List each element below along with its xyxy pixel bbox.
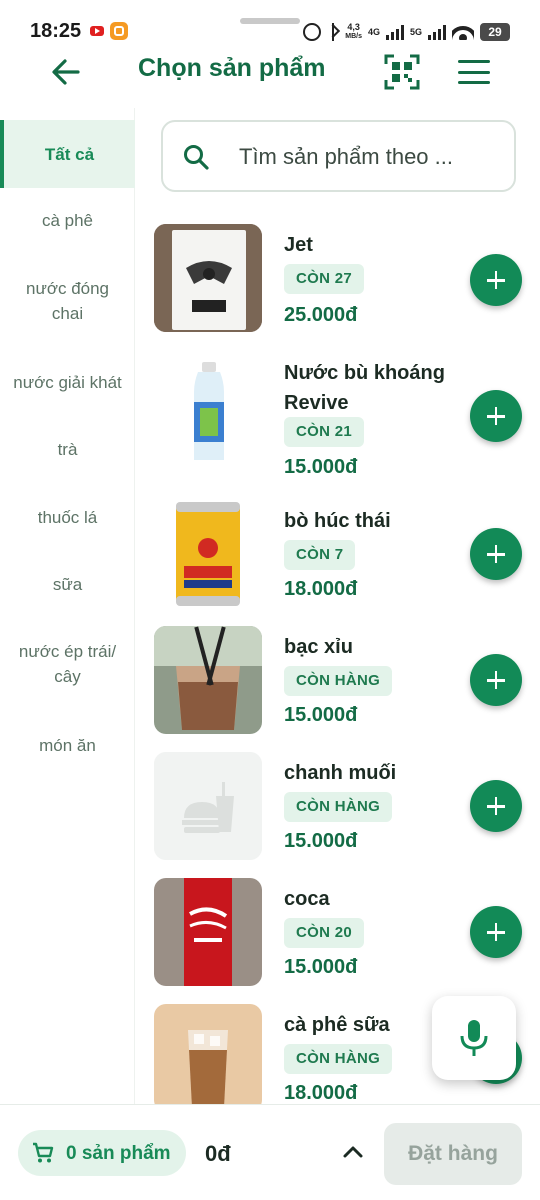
category-fruit-juice[interactable]: nước ép trái/ cây xyxy=(0,639,135,689)
app-notification-icon xyxy=(110,22,128,40)
voice-input-button[interactable] xyxy=(432,996,516,1080)
add-to-cart-button[interactable] xyxy=(470,390,522,442)
product-name: chanh muối xyxy=(284,762,397,784)
category-soft-drinks[interactable]: nước giải khát xyxy=(0,370,135,395)
category-label: trà xyxy=(57,440,78,459)
product-name: Nước bù khoáng Revive xyxy=(284,362,445,414)
product-name: bò húc thái xyxy=(284,510,391,532)
stock-badge: CÒN HÀNG xyxy=(284,792,393,822)
product-name: coca xyxy=(284,888,330,910)
product-price: 25.000đ xyxy=(284,304,358,326)
back-arrow-icon[interactable] xyxy=(50,58,82,86)
qr-scan-icon[interactable] xyxy=(384,54,420,90)
category-label: nước giải khát xyxy=(13,373,122,392)
microphone-icon xyxy=(460,1020,488,1056)
category-bottled-water[interactable]: nước đóng chai xyxy=(0,276,135,326)
product-name: Jet xyxy=(284,234,313,256)
bluetooth-icon xyxy=(327,23,339,41)
product-image xyxy=(154,626,262,734)
stock-badge: CÒN HÀNG xyxy=(284,1044,393,1074)
stock-badge: CÒN 7 xyxy=(284,540,356,570)
cart-count-label: 0 sản phẩm xyxy=(66,1143,171,1164)
stock-badge: CÒN 27 xyxy=(284,264,364,294)
product-item[interactable]: bò húc thái CÒN 7 18.000đ xyxy=(150,500,540,620)
product-item[interactable]: coca CÒN 20 15.000đ xyxy=(150,878,540,998)
category-label: thuốc lá xyxy=(37,508,98,527)
network-speed: 4,3 MB/s xyxy=(345,23,362,41)
product-price: 15.000đ xyxy=(284,830,358,852)
alarm-icon xyxy=(303,23,322,41)
cart-total: 0đ xyxy=(205,1141,231,1166)
category-cigarettes[interactable]: thuốc lá xyxy=(0,505,135,530)
product-price: 18.000đ xyxy=(284,1082,358,1104)
youtube-icon xyxy=(90,26,104,36)
stock-badge: CÒN 21 xyxy=(284,417,364,447)
chevron-up-icon[interactable] xyxy=(340,1141,366,1163)
search-icon xyxy=(184,145,209,170)
wifi-icon xyxy=(452,24,474,40)
category-sidebar: Tất cả cà phê nước đóng chai nước giải k… xyxy=(0,108,135,1104)
place-order-button[interactable]: Đặt hàng xyxy=(384,1123,522,1185)
food-placeholder-icon xyxy=(154,752,262,860)
network-speed-value: 4,3 xyxy=(347,22,360,32)
add-to-cart-button[interactable] xyxy=(470,654,522,706)
category-label: món ăn xyxy=(39,736,96,755)
add-to-cart-button[interactable] xyxy=(470,780,522,832)
category-milk[interactable]: sữa xyxy=(0,572,135,597)
product-price: 15.000đ xyxy=(284,704,358,726)
category-tea[interactable]: trà xyxy=(0,437,135,462)
product-image xyxy=(154,352,262,460)
app-bar: Chọn sản phẩm xyxy=(0,40,540,104)
cart-summary-chip[interactable]: 0 sản phẩm xyxy=(18,1130,186,1176)
page-title: Chọn sản phẩm xyxy=(138,54,326,82)
category-label: nước đóng chai xyxy=(25,279,110,323)
product-image xyxy=(154,1004,262,1104)
product-item[interactable]: Jet CÒN 27 25.000đ xyxy=(150,224,540,344)
product-image xyxy=(154,878,262,986)
signal-bars-icon xyxy=(385,24,404,40)
product-item[interactable]: Nước bù khoáng Revive CÒN 21 15.000đ xyxy=(150,352,540,482)
sim1-label: 4G xyxy=(367,26,380,37)
search-input[interactable] xyxy=(239,142,501,172)
battery-icon: 29 xyxy=(480,23,510,41)
stock-badge: CÒN HÀNG xyxy=(284,666,393,696)
add-to-cart-button[interactable] xyxy=(470,528,522,580)
stock-badge: CÒN 20 xyxy=(284,918,364,948)
signal-bars-icon xyxy=(428,24,446,40)
search-box[interactable] xyxy=(161,120,516,192)
add-to-cart-button[interactable] xyxy=(470,906,522,958)
sim2-label: 5G xyxy=(409,26,422,37)
product-price: 18.000đ xyxy=(284,578,358,600)
product-name: bạc xỉu xyxy=(284,636,353,658)
add-to-cart-button[interactable] xyxy=(470,254,522,306)
category-label: sữa xyxy=(52,575,83,594)
cart-bottom-bar: 0 sản phẩm 0đ Đặt hàng xyxy=(0,1104,540,1200)
product-image xyxy=(154,500,262,608)
product-item[interactable]: chanh muối CÒN HÀNG 15.000đ xyxy=(150,752,540,872)
category-label: cà phê xyxy=(41,211,94,230)
category-label: Tất cả xyxy=(44,144,95,164)
menu-icon[interactable] xyxy=(458,60,490,84)
product-item[interactable]: bạc xỉu CÒN HÀNG 15.000đ xyxy=(150,626,540,746)
product-price: 15.000đ xyxy=(284,956,358,978)
product-image xyxy=(154,224,262,332)
category-label: nước ép trái/ cây xyxy=(18,642,117,686)
product-price: 15.000đ xyxy=(284,456,358,478)
category-all[interactable]: Tất cả xyxy=(0,120,135,188)
status-drag-handle xyxy=(240,18,300,24)
category-coffee[interactable]: cà phê xyxy=(0,208,135,233)
category-food[interactable]: món ăn xyxy=(0,733,135,758)
cart-icon xyxy=(33,1142,54,1163)
